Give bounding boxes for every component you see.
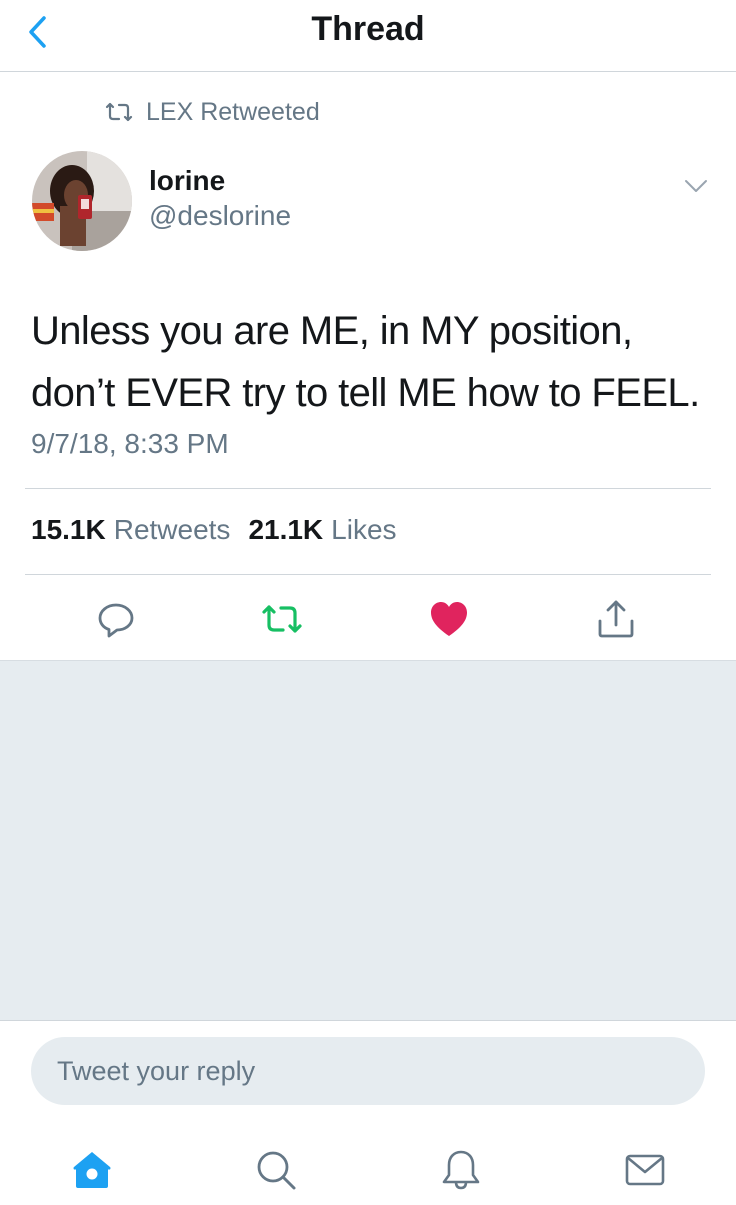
avatar[interactable] (32, 151, 132, 251)
likes-count[interactable]: 21.1K (248, 514, 323, 546)
retweets-count[interactable]: 15.1K (31, 514, 106, 546)
replies-empty-area (0, 660, 736, 1021)
bell-icon (442, 1150, 480, 1190)
home-icon (73, 1152, 111, 1188)
retweet-button[interactable] (258, 595, 306, 643)
share-button[interactable] (592, 595, 640, 643)
tweet-timestamp: 9/7/18, 8:33 PM (31, 428, 229, 459)
header-bar: Thread (0, 0, 736, 72)
tweet-text: Unless you are ME, in MY position, don’t… (31, 309, 700, 415)
retweeted-banner[interactable]: LEX Retweeted (104, 96, 320, 128)
reply-button[interactable] (92, 595, 140, 643)
tweet-action-bar (0, 595, 736, 643)
retweet-icon (262, 605, 302, 633)
retweeted-by-label: LEX Retweeted (146, 97, 320, 126)
search-icon (257, 1151, 296, 1190)
tweet-options-button[interactable] (682, 176, 710, 196)
page-title: Thread (311, 10, 425, 48)
avatar-image (32, 151, 132, 251)
likes-label[interactable]: Likes (331, 514, 396, 546)
reply-input[interactable]: Tweet your reply (31, 1037, 705, 1105)
chevron-down-icon (685, 180, 707, 192)
tab-messages[interactable] (615, 1142, 675, 1198)
mail-icon (625, 1154, 665, 1186)
heart-icon (431, 602, 467, 636)
tab-search[interactable] (246, 1142, 306, 1198)
bottom-tab-bar (0, 1130, 736, 1205)
like-button[interactable] (425, 595, 473, 643)
tab-notifications[interactable] (431, 1142, 491, 1198)
reply-icon (98, 603, 134, 638)
retweet-icon (105, 102, 133, 122)
share-icon (598, 600, 634, 638)
user-handle[interactable]: @deslorine (149, 200, 291, 232)
retweets-label[interactable]: Retweets (114, 514, 231, 546)
divider (25, 488, 711, 489)
divider (25, 574, 711, 575)
display-name[interactable]: lorine (149, 165, 225, 197)
tab-home[interactable] (62, 1142, 122, 1198)
tweet-stats: 15.1K Retweets 21.1K Likes (31, 514, 415, 546)
